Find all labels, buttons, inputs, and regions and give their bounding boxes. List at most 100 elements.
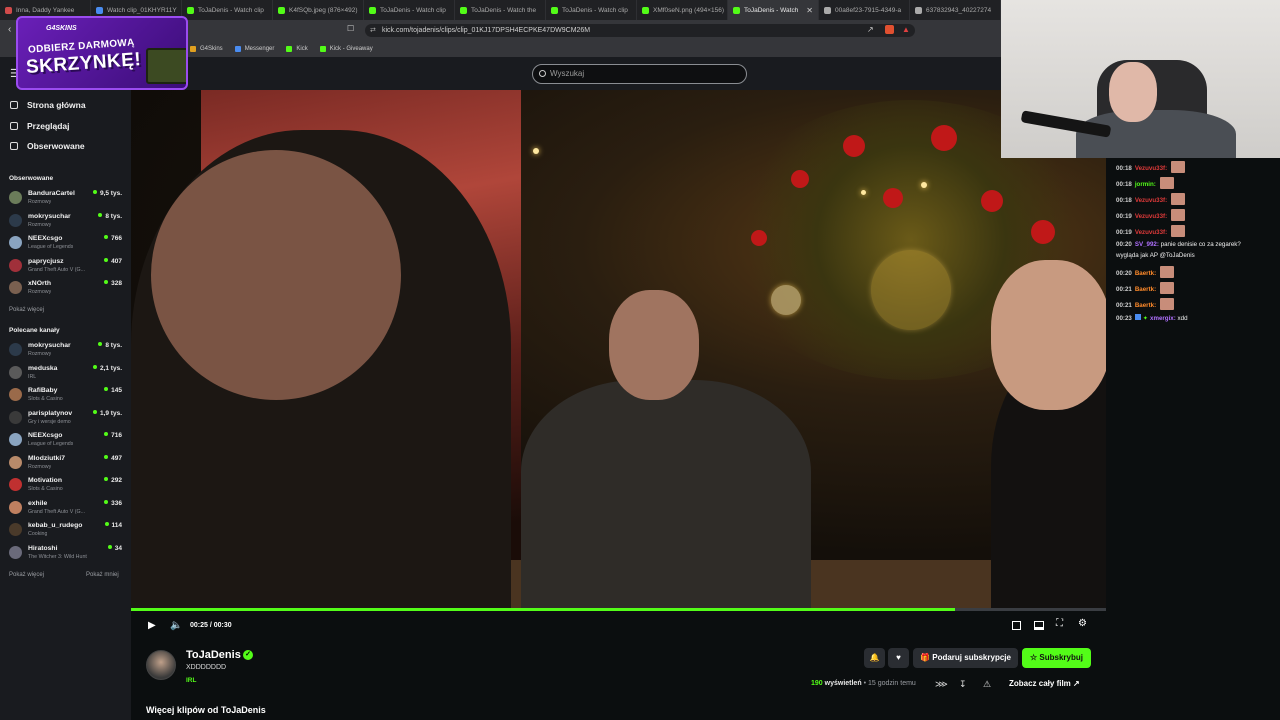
video-person-center xyxy=(521,380,811,608)
extension-icon[interactable] xyxy=(885,25,894,34)
clip-category[interactable]: IRL xyxy=(186,677,196,684)
chat-username[interactable]: Vezuvu33f: xyxy=(1135,213,1167,220)
seek-bar[interactable] xyxy=(131,608,1106,611)
chat-username[interactable]: Vezuvu33f: xyxy=(1135,229,1167,236)
avatar xyxy=(9,433,22,446)
chat-username[interactable]: Vezuvu33f: xyxy=(1135,165,1167,172)
sidebar-channel[interactable]: kebab_u_rudego Cooking 114 xyxy=(9,520,125,540)
emote-icon xyxy=(1159,298,1174,310)
video-light xyxy=(533,148,539,154)
nav-item-label: Obserwowane xyxy=(27,141,85,151)
chat-message: 00:20 SV_992: panie denisie co za zegarek… xyxy=(1116,241,1241,248)
heart-icon: ♥ xyxy=(896,653,901,662)
channel-category: Slots & Casino xyxy=(28,396,63,402)
channel-name: Mlodziutki7 xyxy=(28,454,66,462)
channel-avatar[interactable] xyxy=(146,650,176,680)
sidebar-channel[interactable]: Mlodziutki7 Rozmowy 497 xyxy=(9,453,125,473)
share-icon[interactable]: ↗ xyxy=(867,25,874,34)
browser-tab[interactable]: ToJaDenis - Watch the xyxy=(455,0,546,20)
channel-category: IRL xyxy=(28,373,37,380)
chat-timestamp: 00:18 xyxy=(1116,181,1132,188)
promo-banner[interactable]: G4SKINS ODBIERZ DARMOWĄ SKRZYNKĘ! xyxy=(16,16,188,90)
browser-tab[interactable]: ToJaDenis - Watch clip xyxy=(182,0,273,20)
theater-icon[interactable] xyxy=(1034,621,1044,630)
search-input[interactable]: Wyszukaj xyxy=(532,64,747,84)
follow-button[interactable]: ♥ xyxy=(888,648,909,668)
chat-username[interactable]: Baertk: xyxy=(1135,270,1156,277)
channel-name: Hiratoshi xyxy=(28,544,58,552)
sidebar-channel[interactable]: exhile Grand Theft Auto V (G... 336 xyxy=(9,498,125,518)
subscribe-button[interactable]: ☆ Subskrybuj xyxy=(1022,648,1091,668)
browser-tab[interactable]: ToJaDenis - Watch clip xyxy=(546,0,637,20)
miniplayer-icon[interactable] xyxy=(1012,621,1021,630)
show-less-link[interactable]: Pokaż mniej xyxy=(86,572,119,578)
bookmark-icon[interactable]: ☐ xyxy=(347,24,354,33)
channel-name[interactable]: ToJaDenis xyxy=(186,649,241,661)
browser-tab[interactable]: 00a8ef23-7915-4349-a xyxy=(819,0,910,20)
chat-username[interactable]: Vezuvu33f: xyxy=(1135,197,1167,204)
channel-name: exhile xyxy=(28,499,48,507)
bookmark-item[interactable]: Messenger xyxy=(234,45,274,52)
site-info-icon[interactable]: ⇄ xyxy=(370,24,376,37)
show-more-link[interactable]: Pokaż więcej xyxy=(9,307,44,313)
share-icon[interactable]: ⋙ xyxy=(935,679,948,690)
browser-tab[interactable]: 637832943_40227274 xyxy=(910,0,1001,20)
bookmark-favicon-icon xyxy=(234,45,241,52)
settings-icon[interactable]: ⚙ xyxy=(1078,618,1087,629)
chat-timestamp: 00:20 xyxy=(1116,241,1132,248)
report-icon[interactable]: ⚠ xyxy=(983,679,991,690)
browser-tab[interactable]: K4fSQb.jpeg (876×492) xyxy=(273,0,364,20)
chat-username[interactable]: xmergix: xyxy=(1150,315,1176,322)
bookmark-item[interactable]: Kick xyxy=(286,45,308,52)
chat-username[interactable]: Baertk: xyxy=(1135,286,1156,293)
sidebar-channel[interactable]: parisplatynov Gry i wersje demo 1,9 tys. xyxy=(9,408,125,428)
gift-subs-button[interactable]: 🎁 Podaruj subskrypcje xyxy=(913,648,1018,668)
viewer-count: 336 xyxy=(104,500,122,507)
nav-item[interactable]: Strona główna xyxy=(10,100,86,110)
avatar xyxy=(9,236,22,249)
browser-tab[interactable]: XMf0seN.png (494×156) xyxy=(637,0,728,20)
avatar xyxy=(9,523,22,536)
download-icon[interactable]: ↧ xyxy=(959,679,967,690)
search-placeholder: Wyszukaj xyxy=(550,69,585,78)
verified-icon: ✓ xyxy=(243,650,253,660)
address-bar[interactable]: ⇄ kick.com/tojadenis/clips/clip_01KJ17DP… xyxy=(365,24,915,37)
volume-icon[interactable]: 🔈 xyxy=(170,620,182,631)
show-more-link[interactable]: Pokaż więcej xyxy=(9,572,44,578)
chat-timestamp: 00:18 xyxy=(1116,197,1132,204)
back-icon[interactable]: ‹ xyxy=(8,24,11,35)
sidebar-channel[interactable]: Hiratoshi The Witcher 3: Wild Hunt 34 xyxy=(9,543,125,563)
browser-tab[interactable]: ToJaDenis - Watch clip xyxy=(364,0,455,20)
video-player[interactable] xyxy=(131,90,1106,608)
sidebar-channel[interactable]: mokrysuchar Rozmowy 8 tys. xyxy=(9,211,125,231)
sidebar-channel[interactable]: mokrysuchar Rozmowy 8 tys. xyxy=(9,340,125,360)
bookmark-item[interactable]: Kick - Giveaway xyxy=(319,45,373,52)
viewer-count: 9,5 tys. xyxy=(93,190,122,197)
browser-tab[interactable]: ToJaDenis - Watch ✕ xyxy=(728,0,819,20)
video-light xyxy=(771,285,801,315)
play-icon[interactable]: ▶ xyxy=(148,620,156,631)
sidebar-channel[interactable]: RafiBaby Slots & Casino 145 xyxy=(9,385,125,405)
close-tab-icon[interactable]: ✕ xyxy=(806,6,813,15)
watch-full-video-link[interactable]: Zobacz cały film ↗ xyxy=(1009,679,1080,688)
sidebar-channel[interactable]: NEEXcsgo League of Legends 716 xyxy=(9,430,125,450)
chat-username[interactable]: jormin: xyxy=(1135,181,1156,188)
tab-favicon-icon xyxy=(915,6,922,14)
extension-icon-2[interactable]: ▲ xyxy=(902,25,910,34)
bookmark-favicon-icon xyxy=(286,45,293,52)
nav-item[interactable]: Obserwowane xyxy=(10,141,85,151)
sidebar-channel[interactable]: NEEXcsgo League of Legends 766 xyxy=(9,233,125,253)
sidebar-channel[interactable]: Motivation Slots & Casino 292 xyxy=(9,475,125,495)
sidebar-channel[interactable]: xNOrth Rozmowy 328 xyxy=(9,278,125,298)
sidebar-channel[interactable]: paprycjusz Grand Theft Auto V (G... 407 xyxy=(9,256,125,276)
channel-category: Gry i wersje demo xyxy=(28,418,71,425)
tab-label: ToJaDenis - Watch clip xyxy=(380,6,446,14)
nav-item[interactable]: Przeglądaj xyxy=(10,121,70,131)
chat-username[interactable]: Baertk: xyxy=(1135,302,1156,309)
sidebar-channel[interactable]: meduska IRL 2,1 tys. xyxy=(9,363,125,383)
sidebar-channel[interactable]: BanduraCartel Rozmowy 9,5 tys. xyxy=(9,188,125,208)
bookmark-item[interactable]: G4Skins xyxy=(190,45,223,52)
chat-username[interactable]: SV_992: xyxy=(1135,241,1159,248)
fullscreen-icon[interactable]: ⛶ xyxy=(1056,618,1063,629)
notify-button[interactable]: 🔔 xyxy=(864,648,885,668)
